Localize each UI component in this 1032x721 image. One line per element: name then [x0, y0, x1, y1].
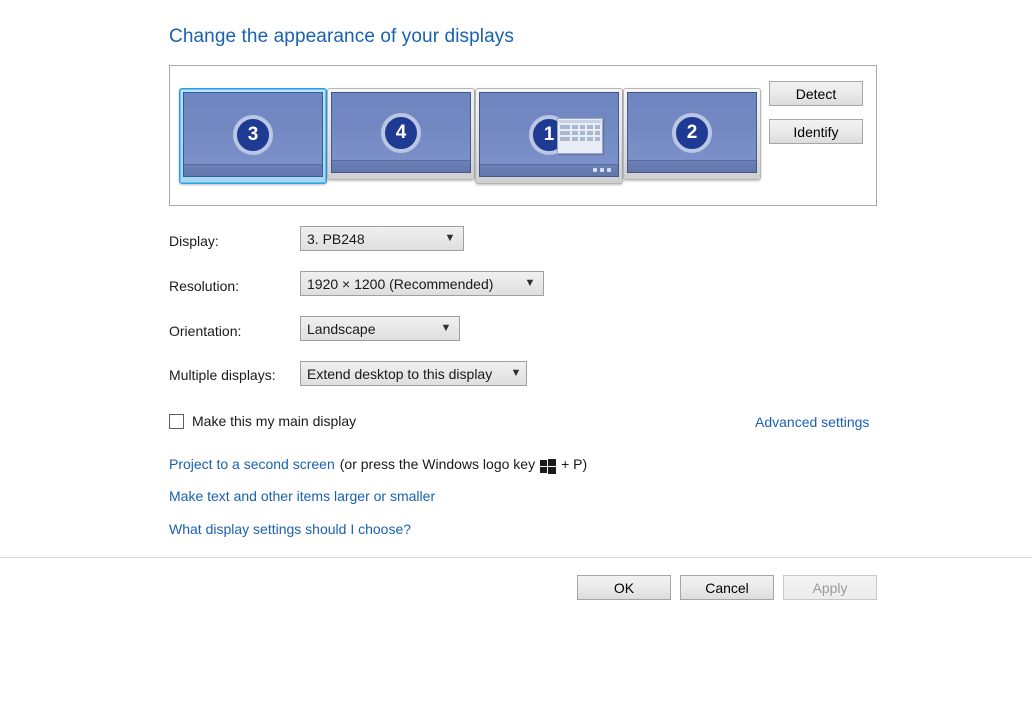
display-dropdown[interactable]: 3. PB248 ▼: [300, 226, 464, 251]
main-display-checkbox[interactable]: [169, 413, 184, 429]
chevron-down-icon: ▼: [510, 367, 522, 379]
orientation-dropdown[interactable]: Landscape ▼: [300, 316, 460, 341]
monitor-thumbnail-3[interactable]: 3: [179, 88, 327, 184]
project-hint-suffix: + P): [561, 456, 588, 472]
monitor-number-badge: 3: [233, 114, 273, 155]
advanced-settings-link[interactable]: Advanced settings: [755, 414, 869, 430]
what-display-settings-link[interactable]: What display settings should I choose?: [169, 521, 411, 537]
monitor-taskbar-strip: [480, 164, 618, 176]
monitor-number-badge: 4: [381, 112, 421, 153]
monitor-thumbnail-4[interactable]: 4: [327, 88, 475, 180]
display-label: Display:: [169, 233, 219, 249]
identify-button[interactable]: Identify: [769, 119, 863, 144]
apply-button[interactable]: Apply: [783, 575, 877, 600]
resolution-dropdown[interactable]: 1920 × 1200 (Recommended) ▼: [300, 271, 544, 296]
main-display-checkbox-row[interactable]: Make this my main display: [169, 413, 356, 429]
resolution-dropdown-value: 1920 × 1200 (Recommended): [307, 275, 494, 292]
monitor-thumbnail-2[interactable]: 2: [623, 88, 761, 180]
monitor-screen: 2: [627, 92, 757, 173]
project-hint-prefix: (or press the Windows logo key: [339, 456, 536, 472]
cancel-button[interactable]: Cancel: [680, 575, 774, 600]
display-dropdown-value: 3. PB248: [307, 230, 365, 247]
taskbar-tray-dots-icon: [593, 168, 611, 172]
multiple-displays-dropdown-value: Extend desktop to this display: [307, 365, 493, 382]
monitor-screen: 3: [183, 92, 323, 177]
monitor-screen: 4: [331, 92, 471, 173]
monitor-number-badge: 2: [672, 112, 712, 153]
ok-button[interactable]: OK: [577, 575, 671, 600]
resolution-label: Resolution:: [169, 278, 240, 294]
orientation-dropdown-value: Landscape: [307, 320, 376, 337]
multiple-displays-label: Multiple displays:: [169, 367, 276, 383]
chevron-down-icon: ▼: [444, 232, 456, 244]
start-screen-tiles-icon: [557, 117, 603, 154]
main-display-checkbox-label: Make this my main display: [192, 413, 357, 429]
make-text-larger-link[interactable]: Make text and other items larger or smal…: [169, 488, 435, 504]
monitor-thumbnail-1[interactable]: 1: [475, 88, 623, 184]
chevron-down-icon: ▼: [524, 277, 536, 289]
page-title: Change the appearance of your displays: [169, 26, 514, 47]
monitor-taskbar-strip: [628, 160, 756, 172]
project-to-second-screen-link[interactable]: Project to a second screen: [169, 456, 335, 472]
project-to-second-screen-row: Project to a second screen (or press the…: [169, 456, 588, 474]
monitor-taskbar-strip: [184, 164, 322, 176]
footer-divider: [0, 557, 1032, 558]
multiple-displays-dropdown[interactable]: Extend desktop to this display ▼: [300, 361, 527, 386]
orientation-label: Orientation:: [169, 323, 242, 339]
chevron-down-icon: ▼: [440, 322, 452, 334]
monitor-screen: 1: [479, 92, 619, 177]
windows-logo-key-icon: [540, 459, 557, 474]
monitor-taskbar-strip: [332, 160, 470, 172]
detect-button[interactable]: Detect: [769, 81, 863, 106]
